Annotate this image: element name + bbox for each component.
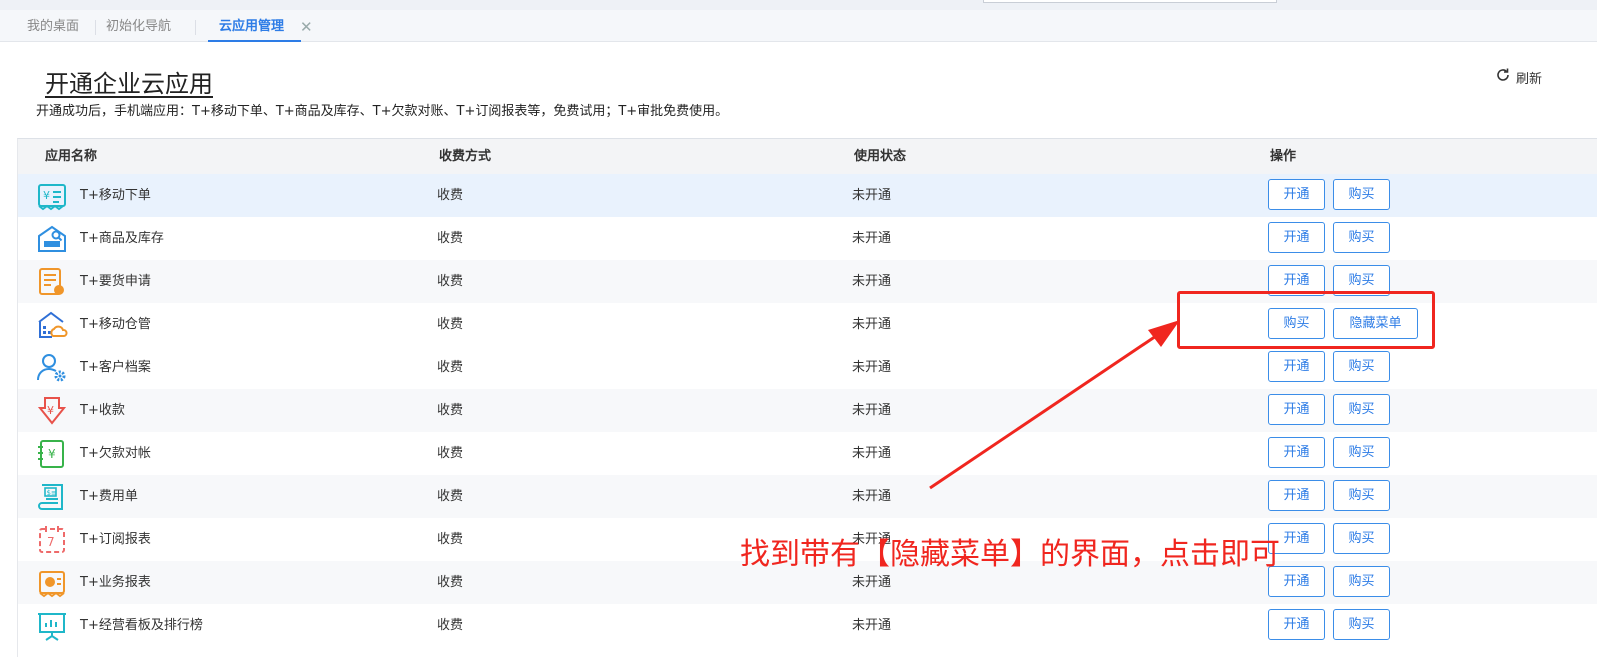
charge-method: 收费 [437, 274, 464, 289]
charge-method: 收费 [437, 489, 464, 504]
activate-button[interactable]: 开通 [1268, 394, 1325, 425]
annotation-text: 找到带有【隐藏菜单】的界面，点击即可 [740, 537, 1280, 572]
tab-close-icon[interactable]: ✕ [300, 10, 313, 41]
page-title: 开通企业云应用 [45, 70, 213, 98]
charge-method: 收费 [437, 188, 464, 203]
purchase-button[interactable]: 购买 [1333, 437, 1390, 468]
annotation-highlight-box [1177, 291, 1435, 349]
purchase-button[interactable]: 购买 [1333, 394, 1390, 425]
activate-button[interactable]: 开通 [1268, 480, 1325, 511]
purchase-button[interactable]: 购买 [1333, 179, 1390, 210]
refresh-button[interactable]: 刷新 [1495, 67, 1542, 87]
usage-status: 未开通 [852, 231, 892, 246]
usage-status: 未开通 [852, 618, 892, 633]
table-row: T+经营看板及排行榜 收费 未开通 开通 购买 [18, 604, 1597, 647]
charge-method: 收费 [437, 403, 464, 418]
table-row: T+客户档案 收费 未开通 开通 购买 [18, 346, 1597, 389]
usage-status: 未开通 [852, 274, 892, 289]
request-form-icon [36, 266, 68, 298]
charge-method: 收费 [437, 575, 464, 590]
col-header-ops: 操作 [1270, 149, 1297, 164]
yen-ledger-icon: ¥ [36, 438, 68, 470]
table-row: ¥ T+移动下单 收费 未开通 开通 购买 [18, 174, 1597, 217]
usage-status: 未开通 [852, 489, 892, 504]
user-gear-icon [36, 352, 68, 384]
apps-table: 应用名称 收费方式 使用状态 操作 ¥ T+移动下单 收费 未开通 开通 购买 … [17, 138, 1597, 657]
charge-method: 收费 [437, 446, 464, 461]
activate-button[interactable]: 开通 [1268, 437, 1325, 468]
svg-text:¥: ¥ [47, 404, 54, 417]
col-header-charge: 收费方式 [439, 149, 492, 164]
board-chart-icon [36, 610, 68, 642]
purchase-button[interactable]: 购买 [1333, 222, 1390, 253]
pie-report-icon [36, 567, 68, 599]
app-name: T+费用单 [80, 489, 138, 504]
svg-text:7: 7 [47, 535, 55, 549]
usage-status: 未开通 [852, 188, 892, 203]
yen-shield-icon: ¥ [36, 395, 68, 427]
charge-method: 收费 [437, 360, 464, 375]
usage-status: 未开通 [852, 317, 892, 332]
dollar-scroll-icon: $≡ [36, 481, 68, 513]
activate-button[interactable]: 开通 [1268, 351, 1325, 382]
receipt-yen-icon: ¥ [36, 180, 68, 212]
app-name: T+收款 [80, 403, 125, 418]
top-search-box[interactable] [983, 0, 1277, 3]
charge-method: 收费 [437, 231, 464, 246]
app-name: T+业务报表 [80, 575, 151, 590]
tab-init-guide[interactable]: 初始化导航 [106, 10, 171, 41]
activate-button[interactable]: 开通 [1268, 179, 1325, 210]
table-row: T+商品及库存 收费 未开通 开通 购买 [18, 217, 1597, 260]
app-name: T+商品及库存 [80, 231, 164, 246]
svg-text:$≡: $≡ [47, 489, 57, 497]
app-name: T+要货申请 [80, 274, 151, 289]
app-name: T+经营看板及排行榜 [80, 618, 203, 633]
col-header-name: 应用名称 [45, 149, 98, 164]
usage-status: 未开通 [852, 360, 892, 375]
purchase-button[interactable]: 购买 [1333, 523, 1390, 554]
refresh-icon [1495, 67, 1511, 87]
purchase-button[interactable]: 购买 [1333, 566, 1390, 597]
col-header-status: 使用状态 [854, 149, 907, 164]
table-body: ¥ T+移动下单 收费 未开通 开通 购买 T+商品及库存 收费 未开通 开通 … [18, 174, 1597, 647]
tab-divider [95, 20, 96, 35]
svg-text:¥: ¥ [43, 189, 50, 202]
cloud-warehouse-icon [36, 309, 68, 341]
table-row: ¥ T+收款 收费 未开通 开通 购买 [18, 389, 1597, 432]
table-row: ¥ T+欠款对帐 收费 未开通 开通 购买 [18, 432, 1597, 475]
table-header: 应用名称 收费方式 使用状态 操作 [18, 139, 1597, 174]
app-name: T+移动仓管 [80, 317, 151, 332]
refresh-label: 刷新 [1516, 71, 1543, 87]
purchase-button[interactable]: 购买 [1333, 351, 1390, 382]
app-name: T+客户档案 [80, 360, 151, 375]
page-subtitle: 开通成功后，手机端应用：T+移动下单、T+商品及库存、T+欠款对账、T+订阅报表… [36, 104, 729, 119]
tab-cloud-app-management[interactable]: 云应用管理 [207, 10, 302, 42]
usage-status: 未开通 [852, 403, 892, 418]
tab-bar: 我的桌面 初始化导航 云应用管理 [0, 10, 1597, 42]
table-row: $≡ T+费用单 收费 未开通 开通 购买 [18, 475, 1597, 518]
charge-method: 收费 [437, 532, 464, 547]
svg-text:¥: ¥ [48, 447, 56, 461]
activate-button[interactable]: 开通 [1268, 222, 1325, 253]
purchase-button[interactable]: 购买 [1333, 480, 1390, 511]
activate-button[interactable]: 开通 [1268, 609, 1325, 640]
warehouse-search-icon [36, 223, 68, 255]
tab-divider [195, 20, 196, 35]
purchase-button[interactable]: 购买 [1333, 609, 1390, 640]
app-name: T+订阅报表 [80, 532, 151, 547]
charge-method: 收费 [437, 618, 464, 633]
subscribe-report-icon: 7 [36, 524, 68, 556]
app-name: T+移动下单 [80, 188, 151, 203]
app-name: T+欠款对帐 [80, 446, 151, 461]
charge-method: 收费 [437, 317, 464, 332]
tab-my-desktop[interactable]: 我的桌面 [27, 10, 79, 41]
usage-status: 未开通 [852, 446, 892, 461]
